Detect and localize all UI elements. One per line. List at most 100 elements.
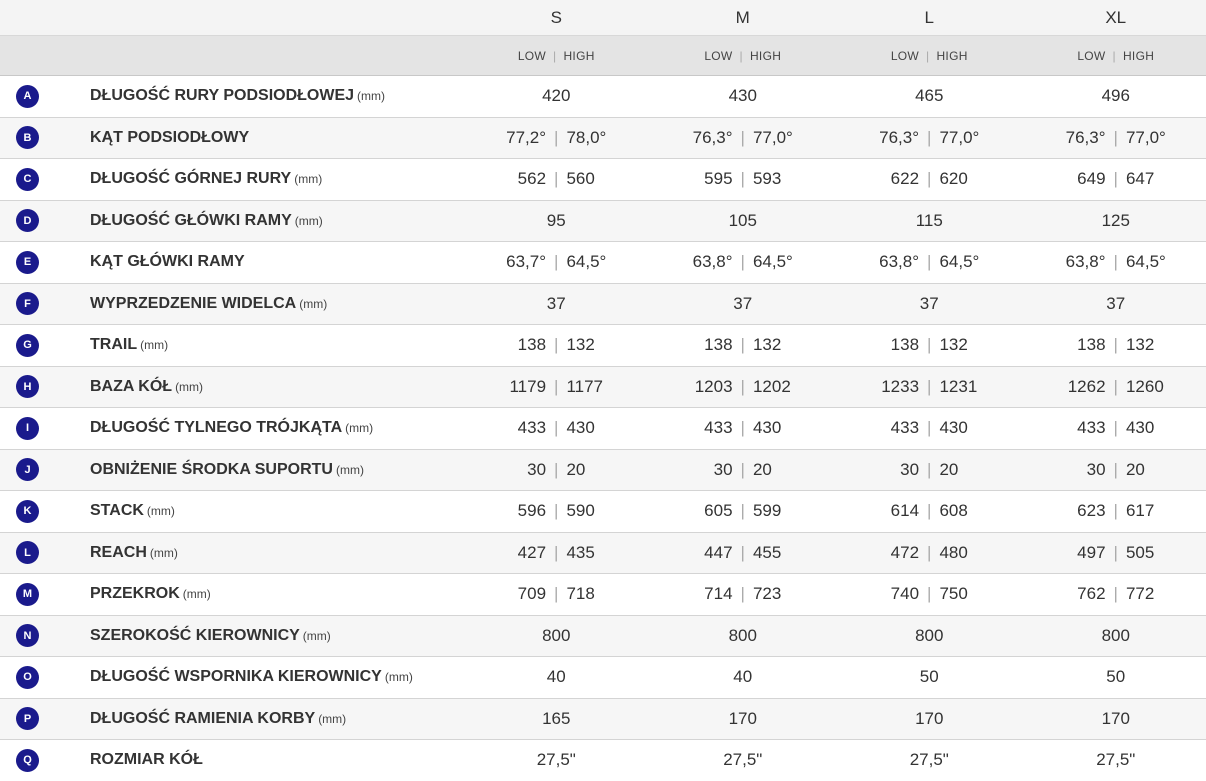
- size-value: 605 | 599: [693, 501, 793, 520]
- size-value: 138 | 132: [1066, 335, 1166, 354]
- value-high: 430: [566, 418, 595, 438]
- row-label-text: PRZEKROK: [90, 585, 180, 603]
- value-high: 1177: [566, 376, 604, 396]
- size-value: 40: [547, 667, 566, 686]
- row-badge: N: [16, 624, 39, 648]
- size-value: 50: [920, 667, 939, 686]
- size-value: 37: [547, 294, 566, 313]
- geometry-row: H BAZA KÓŁ (mm) 1179 | 1177 1203 | 1202 1233 | 1231…: [0, 366, 1206, 408]
- row-badge: Q: [16, 748, 39, 772]
- separator: |: [1113, 127, 1118, 147]
- value-low: 605: [704, 501, 733, 521]
- row-label-text: STACK: [90, 502, 144, 520]
- separator: |: [740, 376, 745, 396]
- row-unit: (mm): [294, 172, 323, 187]
- row-badge: B: [16, 126, 39, 150]
- geometry-row: I DŁUGOŚĆ TYLNEGO TRÓJKĄTA (mm) 433 | 430 433 |…: [0, 407, 1206, 450]
- row-unit: (mm): [146, 504, 175, 519]
- value-high: 64,5°: [566, 252, 607, 272]
- separator: |: [926, 48, 930, 63]
- size-header-xl: XL: [1105, 7, 1127, 27]
- row-label: DŁUGOŚĆ GÓRNEJ RURY (mm): [58, 170, 322, 187]
- value-high: 750: [939, 584, 968, 604]
- separator: |: [740, 169, 745, 189]
- value-high: 132: [939, 335, 968, 355]
- value-single: 27,5": [909, 750, 949, 770]
- row-unit: (mm): [294, 213, 323, 228]
- row-unit: (mm): [384, 670, 413, 685]
- value-low: 30: [713, 459, 733, 479]
- size-value: 27,5": [537, 750, 576, 769]
- size-value: 800: [729, 626, 757, 645]
- row-label-text: TRAIL: [90, 336, 138, 354]
- geometry-row: L REACH (mm) 427 | 435 447 | 455 472 | 480 497 | 505: [0, 532, 1206, 574]
- value-single: 37: [733, 293, 753, 313]
- separator: |: [1113, 376, 1118, 396]
- row-label: WYPRZEDZENIE WIDELCA (mm): [58, 295, 327, 312]
- row-unit: (mm): [149, 545, 178, 560]
- row-badge: F: [16, 292, 39, 316]
- size-value: 622 | 620: [879, 169, 979, 188]
- row-label: DŁUGOŚĆ RAMIENIA KORBY (mm): [58, 710, 346, 727]
- value-low: 138: [704, 335, 733, 355]
- value-single: 170: [915, 708, 944, 728]
- row-unit: (mm): [182, 587, 211, 602]
- row-badge: P: [16, 707, 39, 731]
- separator: |: [1113, 252, 1118, 272]
- value-single: 125: [1101, 210, 1130, 230]
- separator: |: [740, 501, 745, 521]
- value-high: 64,5°: [752, 252, 793, 272]
- value-high: 132: [566, 335, 595, 355]
- row-label-text: OBNIŻENIE ŚRODKA SUPORTU: [90, 460, 333, 478]
- separator: |: [554, 252, 559, 272]
- size-value: 105: [729, 211, 757, 230]
- value-low: 447: [704, 542, 733, 562]
- value-low: 433: [890, 418, 920, 438]
- separator: |: [740, 542, 745, 562]
- value-single: 430: [728, 86, 757, 106]
- row-label-text: WYPRZEDZENIE WIDELCA: [90, 294, 297, 312]
- geometry-row: C DŁUGOŚĆ GÓRNEJ RURY (mm) 562 | 560 595 | 593 62…: [0, 158, 1206, 201]
- value-low: 614: [890, 501, 920, 521]
- row-label-text: BAZA KÓŁ: [90, 377, 173, 395]
- separator: |: [554, 376, 559, 396]
- value-low: 63,8°: [692, 252, 733, 272]
- value-single: 27,5": [1096, 750, 1136, 770]
- row-badge: I: [16, 416, 39, 440]
- row-unit: (mm): [302, 628, 331, 643]
- row-unit: (mm): [175, 379, 204, 394]
- size-value: 1179 | 1177: [506, 377, 606, 396]
- low-label: LOW: [704, 48, 733, 63]
- low-high-header-row: LOW | HIGH LOW | HIGH LOW | HIGH LOW | HIGH: [0, 35, 1206, 76]
- value-high: 620: [939, 169, 968, 189]
- low-high-label: LOW | HIGH: [704, 49, 781, 63]
- row-label: KĄT GŁÓWKI RAMY: [58, 253, 245, 270]
- value-low: 622: [890, 169, 920, 189]
- value-high: 430: [939, 418, 968, 438]
- size-header-row: S M L XL: [0, 0, 1206, 36]
- size-value: 63,7° | 64,5°: [506, 252, 606, 271]
- separator: |: [740, 584, 745, 604]
- row-label-text: DŁUGOŚĆ RURY PODSIODŁOWEJ: [90, 87, 355, 105]
- value-high: 608: [939, 501, 968, 521]
- low-label: LOW: [1077, 48, 1106, 63]
- size-value: 496: [1102, 86, 1130, 105]
- size-header-l: L: [924, 7, 934, 27]
- value-high: 20: [1125, 459, 1145, 479]
- value-low: 77,2°: [506, 127, 547, 147]
- size-value: 433 | 430: [879, 418, 979, 437]
- value-low: 596: [517, 501, 547, 521]
- separator: |: [927, 418, 932, 438]
- value-low: 76,3°: [1065, 127, 1106, 147]
- value-high: 772: [1125, 584, 1155, 604]
- value-high: 723: [752, 584, 782, 604]
- value-high: 20: [566, 459, 586, 479]
- value-high: 77,0°: [939, 127, 980, 147]
- value-single: 37: [546, 293, 566, 313]
- value-low: 433: [517, 418, 547, 438]
- high-label: HIGH: [563, 48, 595, 63]
- low-high-label: LOW | HIGH: [518, 49, 595, 63]
- size-value: 30 | 20: [1066, 460, 1166, 479]
- value-single: 40: [733, 667, 753, 687]
- row-label-text: KĄT PODSIODŁOWY: [90, 128, 250, 146]
